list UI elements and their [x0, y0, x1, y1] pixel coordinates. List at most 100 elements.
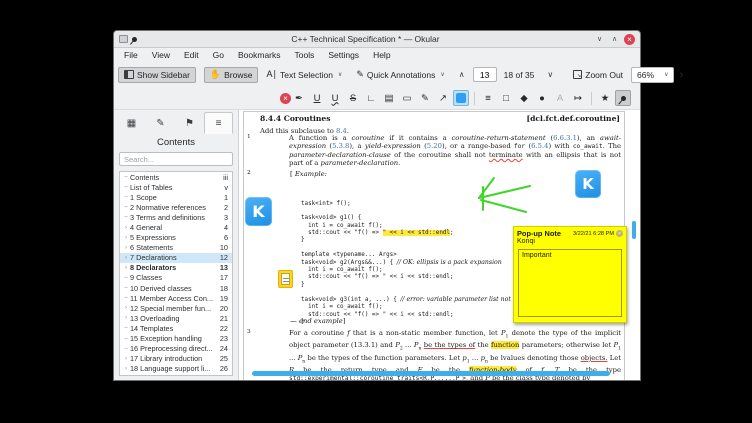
toc-expander-icon[interactable]: › [122, 366, 130, 372]
toc-item[interactable]: › 13 Overloading 21 [120, 313, 232, 323]
strikeout-tool[interactable]: S [345, 90, 361, 106]
toc-item[interactable]: – List of Tables v [120, 182, 232, 192]
toc-item[interactable]: › 6 Statements 10 [120, 243, 232, 253]
freehand-arrow-annotation[interactable] [476, 174, 534, 216]
freehand-line-tool[interactable]: ✎ [417, 90, 433, 106]
toc-item[interactable]: – 3 Terms and definitions 3 [120, 212, 232, 222]
annotation-tool[interactable] [474, 92, 475, 105]
maximize-button[interactable]: ∧ [609, 34, 620, 45]
toc-expander-icon[interactable]: – [122, 184, 130, 190]
doc-link[interactable]: 5.3.8 [332, 142, 349, 150]
toc-expander-icon[interactable]: › [122, 235, 130, 241]
vertical-scrollbar-thumb[interactable] [632, 221, 636, 239]
kde-stamp-annotation[interactable]: K [245, 197, 272, 226]
doc-link[interactable]: 5.20 [427, 142, 442, 150]
squiggle-tool[interactable]: U [327, 90, 343, 106]
toc-expander-icon[interactable]: – [122, 336, 130, 342]
toc-expander-icon[interactable]: – [122, 346, 130, 352]
toc-item[interactable]: – 14 Templates 22 [120, 323, 232, 333]
zoom-out-button[interactable]: Zoom Out [567, 67, 629, 83]
toc-expander-icon[interactable]: – [122, 275, 130, 281]
toc-expander-icon[interactable]: – [122, 295, 130, 301]
toc-item[interactable]: – 15 Exception handling 23 [120, 334, 232, 344]
line-endings-tool[interactable]: ↦ [570, 90, 586, 106]
doc-link[interactable]: 6.5.4 [531, 142, 548, 150]
contents-tool[interactable]: ≡ [204, 112, 233, 134]
toc-item[interactable]: › 17 Library introduction 25 [120, 354, 232, 364]
arrow-tool[interactable]: ↗ [435, 90, 451, 106]
line-width-tool[interactable]: ≡ [480, 90, 496, 106]
toc-expander-icon[interactable]: – [122, 325, 130, 331]
popup-note-tool[interactable]: ▭ [399, 90, 415, 106]
titlebar[interactable]: C++ Technical Specification * — Okular ∨… [114, 31, 640, 48]
menu-view[interactable]: View [145, 50, 177, 60]
fill-color-tool[interactable]: ◆ [516, 90, 532, 106]
toc-expander-icon[interactable]: – [122, 194, 130, 200]
toc-expander-icon[interactable]: › [122, 265, 130, 271]
thumbnails-tool[interactable]: ▦ [117, 112, 146, 134]
stamp-tool[interactable] [453, 90, 469, 106]
menu-go[interactable]: Go [206, 50, 231, 60]
toc-expander-icon[interactable]: – [122, 174, 130, 180]
font-tool[interactable]: A [552, 90, 568, 106]
annotation-tool[interactable] [591, 92, 592, 105]
toc-expander-icon[interactable]: – [122, 214, 130, 220]
favorites-tool[interactable]: ★ [597, 90, 613, 106]
annotations-tool[interactable]: ✎ [146, 112, 175, 134]
menu-settings[interactable]: Settings [321, 50, 366, 60]
popup-note-close-button[interactable]: × [616, 230, 623, 237]
toc-expander-icon[interactable]: – [122, 285, 130, 291]
toc-expander-icon[interactable]: › [122, 225, 130, 231]
toc-item[interactable]: › 12 Special member fun... 20 [120, 303, 232, 313]
doc-link[interactable]: 6.6.3.1 [553, 134, 577, 142]
menu-tools[interactable]: Tools [288, 50, 322, 60]
document-view[interactable]: 8.4.4 Coroutines [dcl.fct.def.coroutine]… [239, 110, 640, 380]
toc-expander-icon[interactable]: – [122, 204, 130, 210]
toolbar-overflow-button[interactable]: › [676, 69, 686, 81]
toc-item[interactable]: – 11 Member Access Con... 19 [120, 293, 232, 303]
toc-item[interactable]: › 18 Language support li... 26 [120, 364, 232, 374]
popup-note-body[interactable]: Important [518, 249, 622, 317]
quick-annotations-button[interactable]: ✎ Quick Annotations ∨ [350, 67, 450, 83]
toc-item[interactable]: – 10 Derived classes 18 [120, 283, 232, 293]
toc-expander-icon[interactable]: › [122, 305, 130, 311]
toc-expander-icon[interactable]: › [122, 356, 130, 362]
inline-note-tool[interactable]: ▤ [381, 90, 397, 106]
show-sidebar-button[interactable]: Show Sidebar [118, 67, 196, 83]
minimize-button[interactable]: ∨ [594, 34, 605, 45]
browse-button[interactable]: ✋ Browse [204, 67, 259, 83]
previous-page-button[interactable]: ∧ [453, 68, 471, 81]
shape-fill-tool[interactable]: □ [498, 90, 514, 106]
text-selection-button[interactable]: A∣ Text Selection ∨ [260, 67, 348, 83]
bookmarks-tool[interactable]: ⚑ [175, 112, 204, 134]
toc-expander-icon[interactable]: › [122, 315, 130, 321]
toc-item[interactable]: – 16 Preprocessing direct... 24 [120, 344, 232, 354]
toc-item[interactable]: – 1 Scope 1 [120, 192, 232, 202]
close-annotation-toolbar-button[interactable]: × [280, 93, 291, 104]
menu-edit[interactable]: Edit [177, 50, 206, 60]
popup-note-annotation[interactable]: Pop-up Note 3/22/21 6:28 PM × Konqi Impo… [513, 226, 627, 323]
kde-stamp-annotation[interactable]: K [575, 170, 601, 198]
next-page-button[interactable]: ∨ [541, 68, 559, 81]
horizontal-scrollbar-thumb[interactable] [252, 371, 610, 376]
toc-item[interactable]: – 9 Classes 17 [120, 273, 232, 283]
search-input[interactable] [119, 152, 233, 166]
toc-item[interactable]: › 8 Declarators 13 [120, 263, 232, 273]
underline-tool[interactable]: U [309, 90, 325, 106]
toc-item[interactable]: › 7 Declarations 12 [120, 253, 232, 263]
zoom-level-select[interactable]: 66% ∨ [631, 67, 674, 83]
highlighter-tool[interactable]: ✒ [291, 90, 307, 106]
toc-item[interactable]: › 5 Expressions 6 [120, 233, 232, 243]
toc-expander-icon[interactable]: › [122, 255, 130, 261]
close-button[interactable]: × [624, 34, 635, 45]
menu-bookmarks[interactable]: Bookmarks [231, 50, 288, 60]
toc-expander-icon[interactable]: › [122, 245, 130, 251]
straight-line-tool[interactable]: ∟ [363, 90, 379, 106]
toc-item[interactable]: › 4 General 4 [120, 222, 232, 232]
opacity-tool[interactable]: ● [534, 90, 550, 106]
inline-note-annotation[interactable] [278, 270, 293, 288]
menu-help[interactable]: Help [366, 50, 397, 60]
menu-file[interactable]: File [117, 50, 145, 60]
page-number-input[interactable] [473, 67, 497, 82]
toc-item[interactable]: – 2 Normative references 2 [120, 202, 232, 212]
